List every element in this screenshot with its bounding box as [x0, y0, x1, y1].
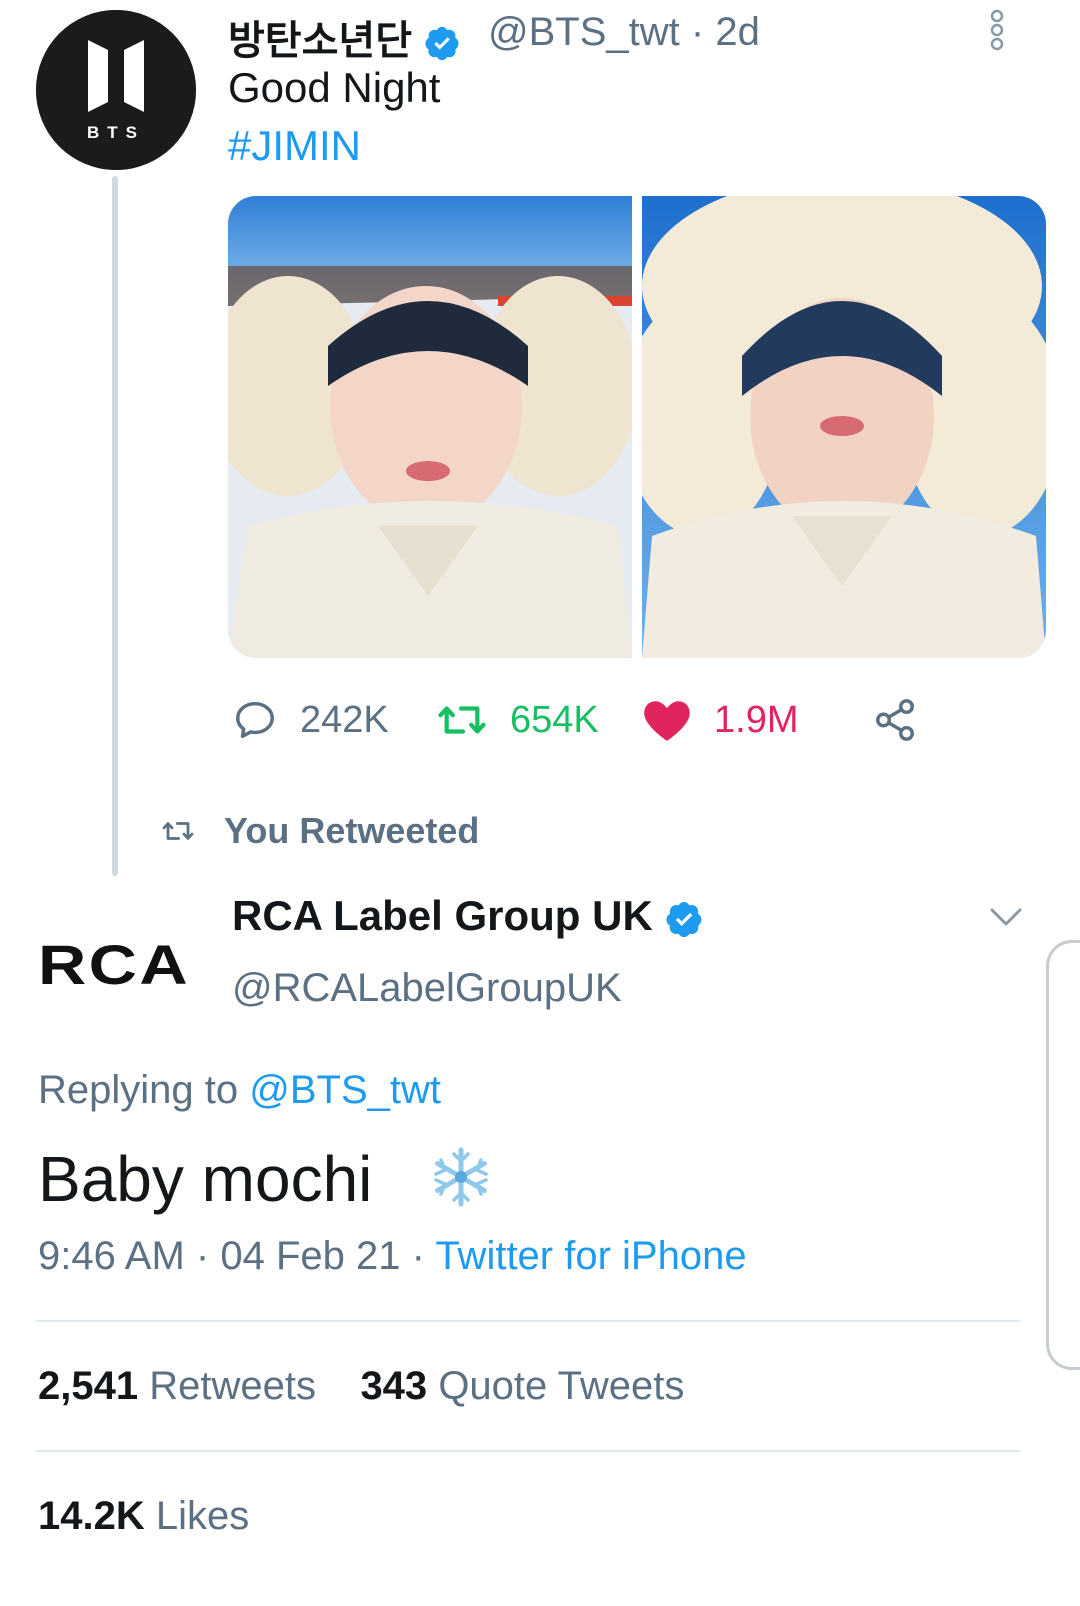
- photo-selfie-blue-sky[interactable]: [642, 196, 1046, 658]
- bts-avatar[interactable]: BTS: [36, 10, 196, 170]
- parent-tweet-text: Good Night: [228, 64, 492, 112]
- retweet-button[interactable]: 654K: [436, 690, 599, 750]
- quotes-label: Quote Tweets: [438, 1364, 685, 1408]
- main-tweet-text: Baby mochi: [38, 1143, 373, 1215]
- share-button[interactable]: [872, 690, 940, 750]
- likes-label: Likes: [155, 1494, 250, 1538]
- retweet-context-icon: [162, 822, 194, 840]
- time-separator: ·: [690, 10, 705, 54]
- parent-display-name: 방탄소년단: [228, 19, 412, 63]
- retweet-context: You Retweeted: [160, 806, 479, 856]
- bts-avatar-text: BTS: [87, 123, 145, 142]
- photo-selfie-snow-slope[interactable]: [228, 196, 632, 658]
- verified-badge-icon: [666, 901, 702, 937]
- tweet-date: 04 Feb 21: [220, 1234, 401, 1278]
- parent-age[interactable]: 2d: [715, 10, 760, 54]
- divider: [36, 1450, 1020, 1452]
- scroll-handle[interactable]: [1046, 940, 1080, 1370]
- main-handle[interactable]: @RCALabelGroupUK: [232, 966, 622, 1011]
- heart-filled-icon: [644, 701, 690, 741]
- thread-line: [112, 176, 118, 876]
- tweet-action-bar: 242K 654K 1.9M: [232, 690, 952, 750]
- hashtag-link[interactable]: #JIMIN: [228, 122, 361, 170]
- crescent-moon-icon: [460, 72, 489, 103]
- meta-separator: ·: [411, 1234, 425, 1278]
- replying-prefix: Replying to: [38, 1068, 239, 1112]
- likes-stat[interactable]: 14.2K Likes: [38, 1494, 249, 1539]
- tweet-time: 9:46 AM: [38, 1234, 185, 1278]
- main-author-name[interactable]: RCA Label Group UK: [232, 892, 704, 940]
- replying-mention[interactable]: @BTS_twt: [249, 1068, 441, 1112]
- like-button[interactable]: 1.9M: [642, 690, 798, 750]
- reply-button[interactable]: 242K: [232, 690, 389, 750]
- share-icon: [876, 699, 914, 741]
- retweets-label: Retweets: [149, 1364, 316, 1408]
- rca-avatar[interactable]: RCA: [38, 938, 194, 992]
- main-display-name: RCA Label Group UK: [232, 892, 653, 939]
- parent-author-name[interactable]: 방탄소년단: [228, 8, 461, 66]
- reply-icon: [236, 701, 274, 739]
- retweets-stat[interactable]: 2,541 Retweets: [38, 1364, 316, 1408]
- parent-handle-time: @BTS_twt · 2d: [488, 10, 760, 55]
- reply-count: 242K: [300, 698, 389, 741]
- chevron-down-icon[interactable]: [986, 902, 1026, 932]
- rca-logo-text: RCA: [38, 938, 190, 992]
- more-options-icon[interactable]: [986, 6, 1008, 54]
- tweet-stats: 2,541 Retweets 343 Quote Tweets: [38, 1364, 684, 1409]
- retweet-context-label: You Retweeted: [224, 810, 480, 851]
- verified-badge-icon: [425, 27, 459, 61]
- likes-count: 14.2K: [38, 1494, 145, 1538]
- quotes-count: 343: [360, 1364, 428, 1408]
- parent-text: Good Night: [228, 64, 441, 111]
- retweet-icon: [438, 706, 486, 734]
- divider: [36, 1320, 1020, 1322]
- quotes-stat[interactable]: 343 Quote Tweets: [360, 1364, 684, 1408]
- retweets-count: 2,541: [38, 1364, 139, 1408]
- tweet-meta: 9:46 AM · 04 Feb 21 · Twitter for iPhone: [38, 1234, 747, 1279]
- bts-logo-icon: BTS: [36, 10, 196, 170]
- tweet-source-link[interactable]: Twitter for iPhone: [435, 1234, 746, 1278]
- snowflake-icon: [434, 1147, 488, 1207]
- tweet-media[interactable]: [228, 196, 1046, 658]
- replying-to: Replying to @BTS_twt: [38, 1068, 441, 1113]
- retweet-count: 654K: [510, 698, 599, 741]
- parent-handle[interactable]: @BTS_twt: [488, 10, 680, 54]
- meta-separator: ·: [195, 1234, 210, 1278]
- like-count: 1.9M: [714, 698, 799, 741]
